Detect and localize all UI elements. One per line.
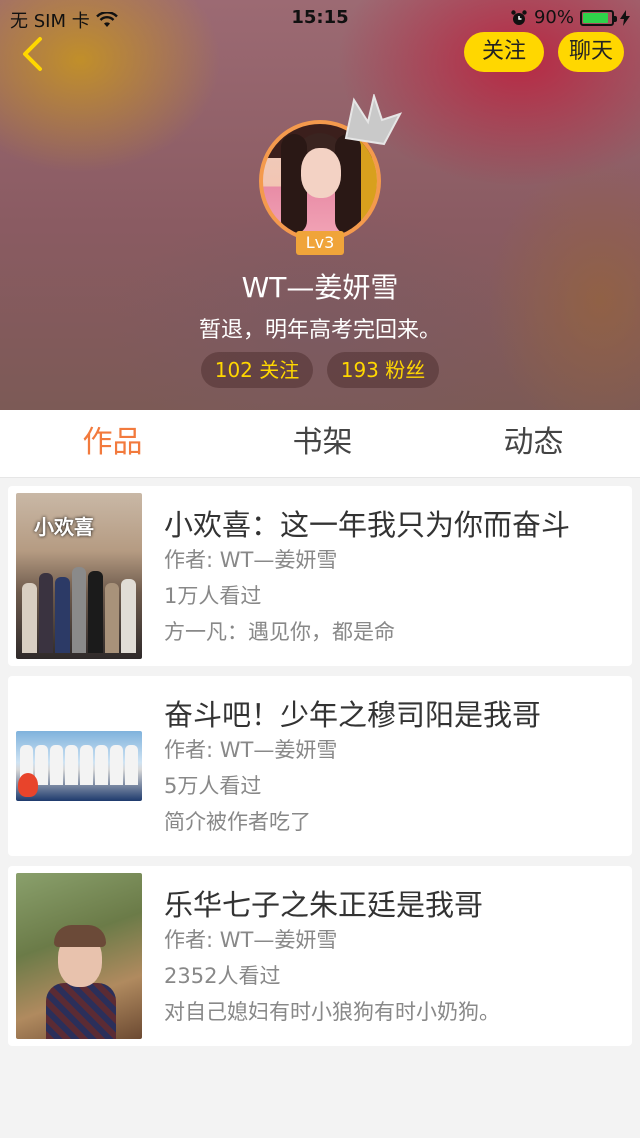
work-views: 1万人看过 (164, 584, 262, 608)
work-author: 作者: WT—姜妍雪 (164, 928, 338, 952)
flame-logo (18, 773, 38, 797)
profile-header: 无 SIM 卡 15:15 90% 关注 聊天 Lv3 WT—姜妍雪 暂退，明年… (0, 0, 640, 410)
cover-figure (55, 577, 70, 653)
cover-figure (121, 579, 137, 653)
cover-figure (65, 745, 78, 785)
cover-figure (22, 583, 37, 653)
list-item[interactable]: 小欢喜 小欢喜：这一年我只为你而奋斗 作者: WT—姜妍雪 1万人看过 方一凡：… (8, 486, 632, 666)
work-title: 小欢喜：这一年我只为你而奋斗 (164, 508, 571, 542)
profile-screen: { "status_bar": { "carrier": "无 SIM 卡", … (0, 0, 640, 1138)
work-description: 对自己媳妇有时小狼狗有时小奶狗。 (164, 1000, 500, 1024)
username: WT—姜妍雪 (241, 271, 399, 304)
tab-bar: 作品 书架 动态 (0, 410, 640, 478)
work-views: 2352人看过 (164, 964, 281, 988)
cover-figure (104, 583, 120, 653)
work-author: 作者: WT—姜妍雪 (164, 738, 338, 762)
work-views: 5万人看过 (164, 774, 262, 798)
bio: 暂退，明年高考完回来。 (198, 318, 441, 343)
list-item[interactable]: 乐华七子之朱正廷是我哥 作者: WT—姜妍雪 2352人看过 对自己媳妇有时小狼… (8, 866, 632, 1046)
avatar-face (301, 148, 341, 198)
list-item[interactable]: 奋斗吧！少年之穆司阳是我哥 作者: WT—姜妍雪 5万人看过 简介被作者吃了 (8, 676, 632, 856)
cover-figure (38, 573, 54, 653)
book-cover: 小欢喜 (16, 493, 142, 659)
work-description: 方一凡：遇见你，都是命 (164, 620, 395, 644)
cover-title: 小欢喜 (34, 515, 94, 539)
cover-figure (125, 745, 138, 785)
crown-icon (344, 94, 402, 146)
cover-figure (71, 567, 87, 653)
fans-count[interactable]: 193 粉丝 (327, 352, 439, 388)
cover-figure (50, 745, 63, 785)
level-badge: Lv3 (296, 231, 344, 255)
back-button[interactable] (12, 32, 52, 76)
tab-bookshelf[interactable]: 书架 (216, 410, 429, 478)
status-bar: 无 SIM 卡 15:15 90% (0, 0, 640, 36)
charging-bolt-icon (620, 9, 630, 26)
work-description: 简介被作者吃了 (164, 810, 311, 834)
cover-figure (80, 745, 93, 785)
chat-button[interactable]: 聊天 (558, 32, 624, 72)
cover-figure (88, 571, 103, 653)
book-cover (16, 873, 142, 1039)
cover-figures (20, 745, 138, 785)
cover-figure (110, 745, 123, 785)
cover-figures (22, 563, 137, 653)
tab-activity[interactable]: 动态 (427, 410, 640, 478)
follow-button[interactable]: 关注 (464, 32, 544, 72)
work-author: 作者: WT—姜妍雪 (164, 548, 338, 572)
cover-figure-hair (54, 925, 106, 947)
work-title: 奋斗吧！少年之穆司阳是我哥 (164, 698, 542, 732)
following-count[interactable]: 102 关注 (201, 352, 313, 388)
work-title: 乐华七子之朱正廷是我哥 (164, 888, 484, 922)
alarm-icon (511, 9, 527, 25)
chevron-left-icon (23, 37, 42, 71)
battery-nub (614, 15, 617, 22)
book-cover (16, 731, 142, 801)
status-right: 90% (510, 7, 630, 28)
tab-works[interactable]: 作品 (6, 410, 219, 478)
battery-icon (580, 9, 617, 26)
battery-fill (583, 12, 609, 23)
cover-figure-shirt (46, 983, 116, 1039)
battery-percent: 90% (533, 7, 574, 28)
cover-figure (95, 745, 108, 785)
